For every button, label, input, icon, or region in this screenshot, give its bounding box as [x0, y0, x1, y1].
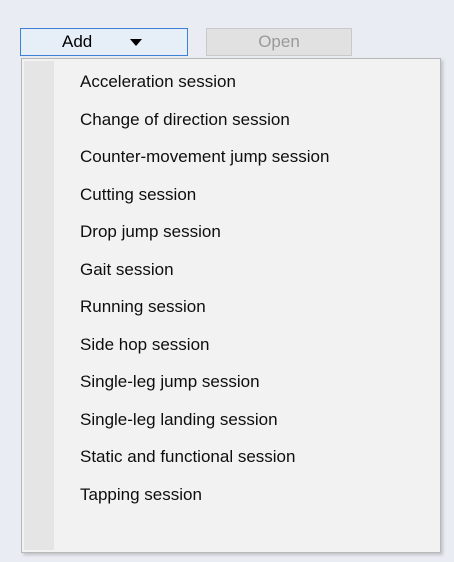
menu-list: Acceleration session Change of direction… [22, 63, 440, 513]
menu-item-cutting-session[interactable]: Cutting session [22, 176, 440, 214]
menu-item-tapping-session[interactable]: Tapping session [22, 476, 440, 514]
menu-item-change-of-direction-session[interactable]: Change of direction session [22, 101, 440, 139]
menu-item-acceleration-session[interactable]: Acceleration session [22, 63, 440, 101]
menu-item-single-leg-landing-session[interactable]: Single-leg landing session [22, 401, 440, 439]
menu-item-single-leg-jump-session[interactable]: Single-leg jump session [22, 363, 440, 401]
add-button-label: Add [62, 32, 93, 51]
menu-item-counter-movement-jump-session[interactable]: Counter-movement jump session [22, 138, 440, 176]
menu-item-gait-session[interactable]: Gait session [22, 251, 440, 289]
add-session-menu: Acceleration session Change of direction… [21, 58, 441, 553]
menu-item-side-hop-session[interactable]: Side hop session [22, 326, 440, 364]
menu-item-running-session[interactable]: Running session [22, 288, 440, 326]
open-button[interactable]: Open [206, 28, 352, 56]
chevron-down-icon[interactable] [130, 39, 142, 46]
menu-item-drop-jump-session[interactable]: Drop jump session [22, 213, 440, 251]
add-dropdown-button[interactable]: Add [20, 28, 188, 56]
menu-item-static-and-functional-session[interactable]: Static and functional session [22, 438, 440, 476]
